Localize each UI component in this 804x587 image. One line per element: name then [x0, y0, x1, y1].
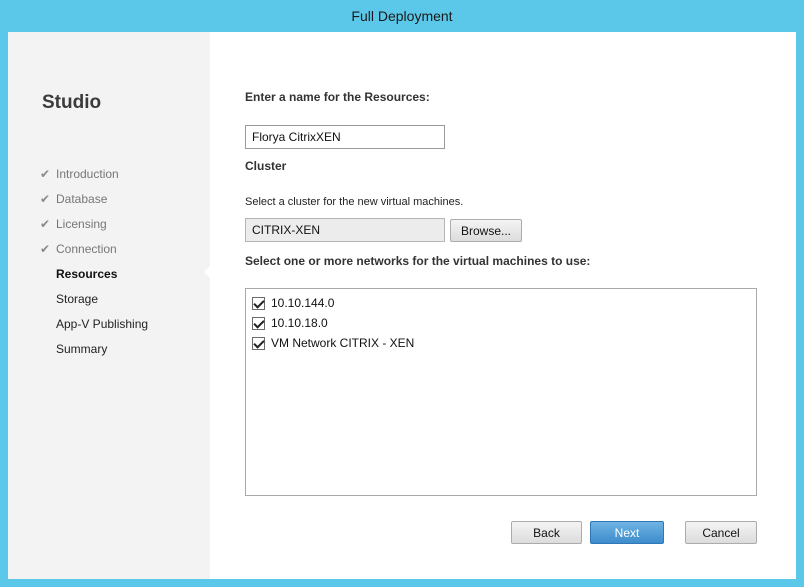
- cluster-input[interactable]: [245, 218, 445, 242]
- step-connection: ✔ Connection: [40, 240, 148, 265]
- step-label: Database: [56, 192, 108, 206]
- step-licensing: ✔ Licensing: [40, 215, 148, 240]
- step-database: ✔ Database: [40, 190, 148, 215]
- title-bar[interactable]: Full Deployment: [0, 0, 804, 32]
- network-checkbox[interactable]: [252, 336, 265, 350]
- list-item[interactable]: 10.10.18.0: [246, 313, 756, 333]
- step-label: Connection: [56, 242, 117, 256]
- wizard-client-area: Studio ✔ Introduction ✔ Database ✔ Licen…: [8, 32, 796, 579]
- step-label: Resources: [56, 267, 118, 281]
- step-summary: Summary: [40, 340, 148, 365]
- cluster-heading: Cluster: [245, 159, 287, 173]
- resources-name-input[interactable]: [245, 125, 445, 149]
- browse-button[interactable]: Browse...: [450, 219, 522, 242]
- network-checkbox[interactable]: [252, 296, 265, 310]
- wizard-sidebar: Studio ✔ Introduction ✔ Database ✔ Licen…: [8, 32, 211, 579]
- step-storage: Storage: [40, 290, 148, 315]
- list-item[interactable]: VM Network CITRIX - XEN: [246, 333, 756, 353]
- wizard-steps: ✔ Introduction ✔ Database ✔ Licensing ✔ …: [40, 165, 148, 365]
- checkmark-icon: ✔: [40, 192, 51, 206]
- network-label: 10.10.18.0: [271, 316, 328, 330]
- list-item[interactable]: 10.10.144.0: [246, 293, 756, 313]
- step-label: Storage: [56, 292, 99, 306]
- window-title: Full Deployment: [351, 8, 453, 24]
- checkmark-icon: ✔: [40, 167, 51, 181]
- name-heading: Enter a name for the Resources:: [245, 90, 430, 104]
- network-heading: Select one or more networks for the virt…: [245, 254, 591, 268]
- step-appv-publishing: App-V Publishing: [40, 315, 148, 340]
- cluster-prompt: Select a cluster for the new virtual mac…: [245, 196, 464, 208]
- cancel-button[interactable]: Cancel: [685, 521, 757, 544]
- network-label: VM Network CITRIX - XEN: [271, 336, 415, 350]
- checkmark-icon: ✔: [40, 242, 51, 256]
- network-list[interactable]: 10.10.144.0 10.10.18.0 VM Network CITRIX…: [245, 288, 757, 496]
- deployment-window: Full Deployment Studio ✔ Introduction ✔ …: [0, 0, 804, 587]
- checkmark-icon: ✔: [40, 217, 51, 231]
- step-resources: Resources: [40, 265, 148, 290]
- studio-brand: Studio: [42, 92, 102, 113]
- back-button[interactable]: Back: [511, 521, 582, 544]
- step-label: Summary: [56, 342, 108, 356]
- step-label: Introduction: [56, 167, 119, 181]
- next-button[interactable]: Next: [590, 521, 664, 544]
- step-label: Licensing: [56, 217, 107, 231]
- network-checkbox[interactable]: [252, 316, 265, 330]
- network-label: 10.10.144.0: [271, 296, 335, 310]
- current-step-pointer: [204, 265, 211, 279]
- step-label: App-V Publishing: [56, 317, 149, 331]
- step-introduction: ✔ Introduction: [40, 165, 148, 190]
